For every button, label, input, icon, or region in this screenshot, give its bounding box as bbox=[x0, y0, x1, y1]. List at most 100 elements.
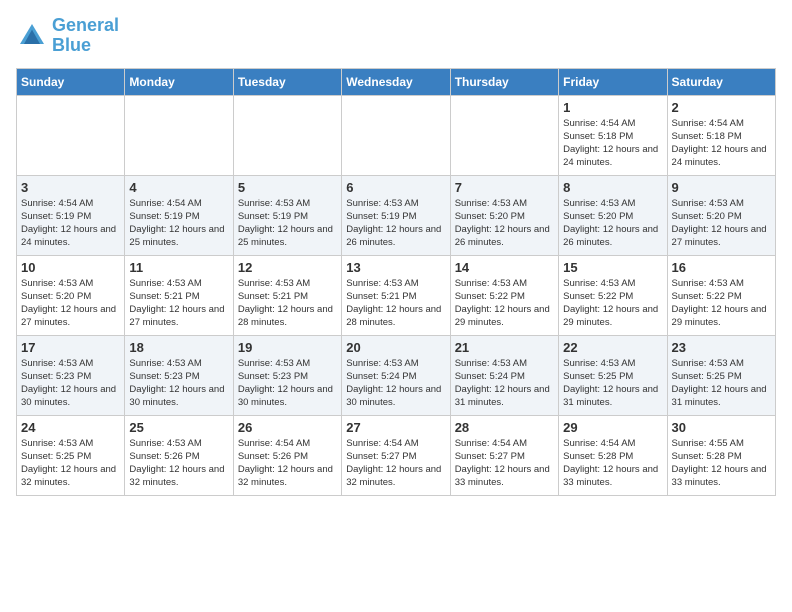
day-number: 11 bbox=[129, 260, 228, 275]
calendar-cell: 27Sunrise: 4:54 AM Sunset: 5:27 PM Dayli… bbox=[342, 415, 450, 495]
calendar-cell: 20Sunrise: 4:53 AM Sunset: 5:24 PM Dayli… bbox=[342, 335, 450, 415]
day-number: 29 bbox=[563, 420, 662, 435]
day-header-saturday: Saturday bbox=[667, 68, 775, 95]
calendar-cell: 28Sunrise: 4:54 AM Sunset: 5:27 PM Dayli… bbox=[450, 415, 558, 495]
day-number: 22 bbox=[563, 340, 662, 355]
calendar-cell: 8 Sunrise: 4:53 AM Sunset: 5:20 PM Daylig… bbox=[559, 175, 667, 255]
day-header-tuesday: Tuesday bbox=[233, 68, 341, 95]
calendar-cell: 21 Sunrise: 4:53 AM Sunset: 5:24 PM Dayli… bbox=[450, 335, 558, 415]
day-detail: Sunrise: 4:53 AM Sunset: 5:25 PM Dayligh… bbox=[563, 357, 662, 410]
calendar-cell: 16 Sunrise: 4:53 AM Sunset: 5:22 PM Dayli… bbox=[667, 255, 775, 335]
day-number: 13 bbox=[346, 260, 445, 275]
day-detail: Sunrise: 4:53 AM Sunset: 5:21 PM Dayligh… bbox=[346, 277, 445, 330]
day-number: 27 bbox=[346, 420, 445, 435]
calendar-cell: 9Sunrise: 4:53 AM Sunset: 5:20 PM Daylig… bbox=[667, 175, 775, 255]
day-number: 26 bbox=[238, 420, 337, 435]
day-number: 15 bbox=[563, 260, 662, 275]
calendar-cell: 15Sunrise: 4:53 AM Sunset: 5:22 PM Dayli… bbox=[559, 255, 667, 335]
logo: General Blue bbox=[16, 16, 119, 56]
calendar-cell: 5 Sunrise: 4:53 AM Sunset: 5:19 PM Daylig… bbox=[233, 175, 341, 255]
day-header-friday: Friday bbox=[559, 68, 667, 95]
day-detail: Sunrise: 4:53 AM Sunset: 5:20 PM Dayligh… bbox=[455, 197, 554, 250]
day-number: 10 bbox=[21, 260, 120, 275]
day-number: 20 bbox=[346, 340, 445, 355]
calendar-cell: 14Sunrise: 4:53 AM Sunset: 5:22 PM Dayli… bbox=[450, 255, 558, 335]
day-detail: Sunrise: 4:54 AM Sunset: 5:19 PM Dayligh… bbox=[129, 197, 228, 250]
day-number: 28 bbox=[455, 420, 554, 435]
day-detail: Sunrise: 4:53 AM Sunset: 5:20 PM Dayligh… bbox=[563, 197, 662, 250]
calendar-cell: 19 Sunrise: 4:53 AM Sunset: 5:23 PM Dayli… bbox=[233, 335, 341, 415]
logo-icon bbox=[16, 20, 48, 52]
day-detail: Sunrise: 4:53 AM Sunset: 5:26 PM Dayligh… bbox=[129, 437, 228, 490]
calendar-week-2: 3 Sunrise: 4:54 AM Sunset: 5:19 PM Daylig… bbox=[17, 175, 776, 255]
calendar-week-1: 1 Sunrise: 4:54 AM Sunset: 5:18 PM Daylig… bbox=[17, 95, 776, 175]
day-header-wednesday: Wednesday bbox=[342, 68, 450, 95]
calendar-cell: 12Sunrise: 4:53 AM Sunset: 5:21 PM Dayli… bbox=[233, 255, 341, 335]
calendar-cell: 29 Sunrise: 4:54 AM Sunset: 5:28 PM Dayli… bbox=[559, 415, 667, 495]
day-number: 16 bbox=[672, 260, 771, 275]
day-detail: Sunrise: 4:54 AM Sunset: 5:28 PM Dayligh… bbox=[563, 437, 662, 490]
calendar-cell: 7Sunrise: 4:53 AM Sunset: 5:20 PM Daylig… bbox=[450, 175, 558, 255]
calendar-week-3: 10 Sunrise: 4:53 AM Sunset: 5:20 PM Dayli… bbox=[17, 255, 776, 335]
calendar-body: 1 Sunrise: 4:54 AM Sunset: 5:18 PM Daylig… bbox=[17, 95, 776, 495]
day-number: 14 bbox=[455, 260, 554, 275]
day-number: 23 bbox=[672, 340, 771, 355]
day-number: 25 bbox=[129, 420, 228, 435]
calendar-cell: 2 Sunrise: 4:54 AM Sunset: 5:18 PM Daylig… bbox=[667, 95, 775, 175]
day-number: 2 bbox=[672, 100, 771, 115]
day-number: 24 bbox=[21, 420, 120, 435]
calendar-cell: 6 Sunrise: 4:53 AM Sunset: 5:19 PM Daylig… bbox=[342, 175, 450, 255]
day-detail: Sunrise: 4:53 AM Sunset: 5:19 PM Dayligh… bbox=[238, 197, 337, 250]
day-detail: Sunrise: 4:53 AM Sunset: 5:25 PM Dayligh… bbox=[21, 437, 120, 490]
calendar-cell: 13 Sunrise: 4:53 AM Sunset: 5:21 PM Dayli… bbox=[342, 255, 450, 335]
calendar-cell: 30 Sunrise: 4:55 AM Sunset: 5:28 PM Dayli… bbox=[667, 415, 775, 495]
day-detail: Sunrise: 4:54 AM Sunset: 5:19 PM Dayligh… bbox=[21, 197, 120, 250]
calendar-cell: 26 Sunrise: 4:54 AM Sunset: 5:26 PM Dayli… bbox=[233, 415, 341, 495]
day-detail: Sunrise: 4:54 AM Sunset: 5:18 PM Dayligh… bbox=[563, 117, 662, 170]
day-header-monday: Monday bbox=[125, 68, 233, 95]
day-detail: Sunrise: 4:53 AM Sunset: 5:19 PM Dayligh… bbox=[346, 197, 445, 250]
day-detail: Sunrise: 4:53 AM Sunset: 5:23 PM Dayligh… bbox=[21, 357, 120, 410]
day-number: 21 bbox=[455, 340, 554, 355]
calendar-cell: 22 Sunrise: 4:53 AM Sunset: 5:25 PM Dayli… bbox=[559, 335, 667, 415]
day-header-sunday: Sunday bbox=[17, 68, 125, 95]
calendar-table: SundayMondayTuesdayWednesdayThursdayFrid… bbox=[16, 68, 776, 496]
day-number: 1 bbox=[563, 100, 662, 115]
calendar-cell: 3 Sunrise: 4:54 AM Sunset: 5:19 PM Daylig… bbox=[17, 175, 125, 255]
day-number: 17 bbox=[21, 340, 120, 355]
calendar-cell: 25 Sunrise: 4:53 AM Sunset: 5:26 PM Dayli… bbox=[125, 415, 233, 495]
day-detail: Sunrise: 4:53 AM Sunset: 5:25 PM Dayligh… bbox=[672, 357, 771, 410]
day-number: 3 bbox=[21, 180, 120, 195]
calendar-cell bbox=[125, 95, 233, 175]
calendar-cell: 1 Sunrise: 4:54 AM Sunset: 5:18 PM Daylig… bbox=[559, 95, 667, 175]
day-detail: Sunrise: 4:53 AM Sunset: 5:21 PM Dayligh… bbox=[238, 277, 337, 330]
calendar-week-5: 24 Sunrise: 4:53 AM Sunset: 5:25 PM Dayli… bbox=[17, 415, 776, 495]
day-number: 30 bbox=[672, 420, 771, 435]
day-detail: Sunrise: 4:53 AM Sunset: 5:20 PM Dayligh… bbox=[21, 277, 120, 330]
day-number: 4 bbox=[129, 180, 228, 195]
calendar-header: SundayMondayTuesdayWednesdayThursdayFrid… bbox=[17, 68, 776, 95]
calendar-cell: 11 Sunrise: 4:53 AM Sunset: 5:21 PM Dayli… bbox=[125, 255, 233, 335]
day-detail: Sunrise: 4:53 AM Sunset: 5:23 PM Dayligh… bbox=[238, 357, 337, 410]
day-detail: Sunrise: 4:55 AM Sunset: 5:28 PM Dayligh… bbox=[672, 437, 771, 490]
calendar-week-4: 17 Sunrise: 4:53 AM Sunset: 5:23 PM Dayli… bbox=[17, 335, 776, 415]
day-detail: Sunrise: 4:54 AM Sunset: 5:26 PM Dayligh… bbox=[238, 437, 337, 490]
logo-text: General Blue bbox=[52, 16, 119, 56]
calendar-cell: 18Sunrise: 4:53 AM Sunset: 5:23 PM Dayli… bbox=[125, 335, 233, 415]
day-detail: Sunrise: 4:54 AM Sunset: 5:18 PM Dayligh… bbox=[672, 117, 771, 170]
day-detail: Sunrise: 4:53 AM Sunset: 5:21 PM Dayligh… bbox=[129, 277, 228, 330]
day-number: 6 bbox=[346, 180, 445, 195]
day-number: 5 bbox=[238, 180, 337, 195]
calendar-cell bbox=[342, 95, 450, 175]
calendar-cell: 4 Sunrise: 4:54 AM Sunset: 5:19 PM Daylig… bbox=[125, 175, 233, 255]
calendar-cell bbox=[233, 95, 341, 175]
day-number: 8 bbox=[563, 180, 662, 195]
day-detail: Sunrise: 4:53 AM Sunset: 5:22 PM Dayligh… bbox=[672, 277, 771, 330]
calendar-cell bbox=[450, 95, 558, 175]
day-number: 19 bbox=[238, 340, 337, 355]
calendar-cell: 23 Sunrise: 4:53 AM Sunset: 5:25 PM Dayli… bbox=[667, 335, 775, 415]
day-detail: Sunrise: 4:53 AM Sunset: 5:24 PM Dayligh… bbox=[455, 357, 554, 410]
day-detail: Sunrise: 4:53 AM Sunset: 5:20 PM Dayligh… bbox=[672, 197, 771, 250]
day-header-thursday: Thursday bbox=[450, 68, 558, 95]
page-header: General Blue bbox=[16, 16, 776, 56]
